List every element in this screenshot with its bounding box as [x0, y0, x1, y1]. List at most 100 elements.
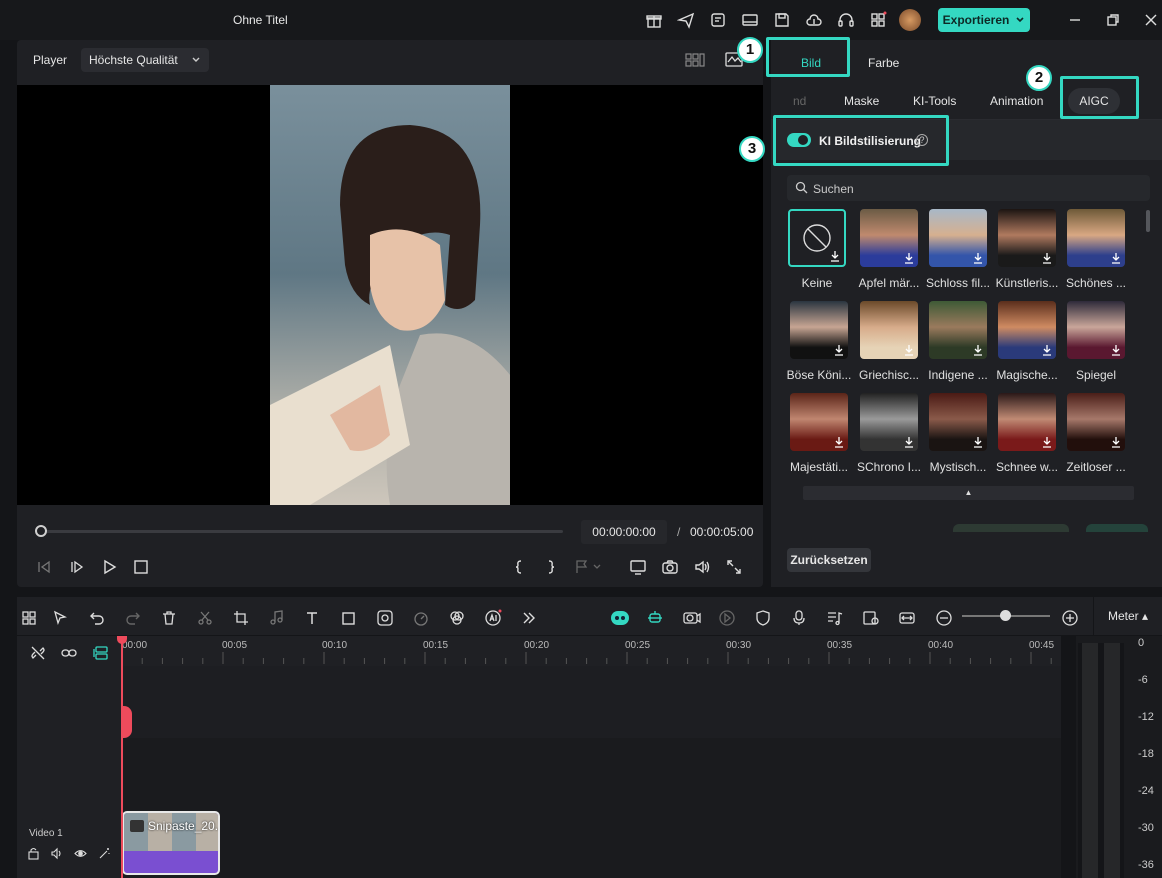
- marker-icon[interactable]: [574, 558, 601, 576]
- select-pointer-icon[interactable]: [52, 609, 70, 627]
- headset-icon[interactable]: [837, 11, 855, 29]
- restore-icon[interactable]: [1104, 11, 1122, 29]
- style-thumb[interactable]: [929, 301, 987, 359]
- grid-view-icon[interactable]: [685, 52, 705, 68]
- text-icon[interactable]: [304, 609, 322, 627]
- avatar[interactable]: [899, 9, 921, 31]
- magic-wand-icon[interactable]: [98, 847, 111, 860]
- style-thumb[interactable]: [929, 209, 987, 267]
- color-match-icon[interactable]: [376, 609, 394, 627]
- style-thumb[interactable]: [1067, 209, 1125, 267]
- layout-grid-icon[interactable]: [20, 609, 38, 627]
- shield-icon[interactable]: [754, 609, 772, 627]
- close-icon[interactable]: [1142, 11, 1160, 29]
- style-thumb[interactable]: [998, 301, 1056, 359]
- undo-icon[interactable]: [88, 609, 106, 627]
- delete-icon[interactable]: [160, 609, 178, 627]
- meter-toggle[interactable]: Meter ▴: [1094, 597, 1162, 635]
- mark-in-icon[interactable]: [510, 558, 528, 576]
- none-icon: [803, 224, 831, 252]
- style-thumb[interactable]: [790, 301, 848, 359]
- display-icon[interactable]: [629, 558, 647, 576]
- cut-icon[interactable]: [196, 609, 214, 627]
- export-button[interactable]: Exportieren: [938, 8, 1030, 32]
- auto-sync-icon[interactable]: [646, 609, 664, 627]
- music-list-icon[interactable]: [826, 609, 844, 627]
- seek-handle[interactable]: [35, 525, 47, 537]
- tab-farbe[interactable]: Farbe: [868, 56, 899, 70]
- playhead-handle[interactable]: [121, 706, 132, 738]
- ai-robot-icon[interactable]: [610, 609, 629, 627]
- template-icon[interactable]: [709, 11, 727, 29]
- tab-hintergrund[interactable]: nd: [793, 94, 806, 108]
- speed-icon[interactable]: [412, 609, 430, 627]
- style-thumb[interactable]: [1067, 393, 1125, 451]
- save-icon[interactable]: [773, 11, 791, 29]
- style-thumb[interactable]: [1067, 301, 1125, 359]
- mark-out-icon[interactable]: [542, 558, 560, 576]
- crop-icon[interactable]: [232, 609, 250, 627]
- visibility-eye-icon[interactable]: [74, 847, 87, 860]
- cloud-upload-icon[interactable]: [805, 11, 823, 29]
- lock-track-icon[interactable]: [27, 847, 40, 860]
- zoom-slider-handle[interactable]: [1000, 610, 1011, 621]
- send-icon[interactable]: [677, 11, 695, 29]
- unlink-icon[interactable]: [29, 644, 47, 662]
- timeline-ruler[interactable]: [121, 636, 1061, 666]
- playhead[interactable]: [121, 636, 123, 878]
- gift-icon[interactable]: [645, 11, 663, 29]
- snapshot-camera-icon[interactable]: [661, 558, 679, 576]
- tab-maske[interactable]: Maske: [844, 94, 879, 108]
- layout-icon[interactable]: [741, 11, 759, 29]
- tab-animation[interactable]: Animation: [990, 94, 1043, 108]
- zoom-in-icon[interactable]: [1061, 609, 1079, 627]
- clip-type-icon: [130, 820, 144, 832]
- download-icon: [831, 251, 839, 262]
- timeline-track-video[interactable]: [121, 738, 1061, 878]
- microphone-icon[interactable]: [790, 609, 808, 627]
- effects-icon[interactable]: [448, 609, 466, 627]
- meter-scale-label: -30: [1138, 822, 1154, 834]
- reset-button[interactable]: Zurücksetzen: [787, 548, 871, 572]
- scrollbar[interactable]: [1146, 210, 1150, 232]
- fit-timeline-icon[interactable]: [898, 609, 916, 627]
- previous-frame-icon[interactable]: [35, 558, 53, 576]
- search-input[interactable]: Suchen: [787, 175, 1150, 201]
- tab-ki-tools[interactable]: KI-Tools: [913, 94, 956, 108]
- style-thumb[interactable]: [790, 393, 848, 451]
- media-settings-icon[interactable]: [862, 609, 880, 627]
- fullscreen-icon[interactable]: [725, 558, 743, 576]
- mute-track-icon[interactable]: [50, 847, 63, 860]
- style-thumb[interactable]: [860, 209, 918, 267]
- track-manager-icon[interactable]: [92, 644, 110, 662]
- style-thumb[interactable]: [998, 209, 1056, 267]
- record-camera-icon[interactable]: [682, 609, 701, 627]
- apps-grid-icon[interactable]: [869, 11, 887, 29]
- shape-icon[interactable]: [340, 609, 358, 627]
- project-title: Ohne Titel: [233, 13, 288, 27]
- link-icon[interactable]: [60, 644, 78, 662]
- stop-icon[interactable]: [132, 558, 150, 576]
- play-icon[interactable]: [100, 558, 118, 576]
- more-tools-icon[interactable]: [520, 609, 538, 627]
- timeline-track-empty[interactable]: [121, 666, 1061, 738]
- video-preview[interactable]: [17, 85, 763, 505]
- collapse-button[interactable]: ▲: [803, 486, 1134, 500]
- style-thumb[interactable]: [860, 301, 918, 359]
- volume-icon[interactable]: [693, 558, 711, 576]
- zoom-out-icon[interactable]: [935, 609, 953, 627]
- redo-icon[interactable]: [124, 609, 142, 627]
- minimize-icon[interactable]: [1066, 11, 1084, 29]
- audio-icon[interactable]: [268, 609, 286, 627]
- style-thumb[interactable]: [929, 393, 987, 451]
- quality-select[interactable]: Höchste Qualität: [81, 48, 209, 72]
- style-thumb[interactable]: [860, 393, 918, 451]
- style-thumb-keine[interactable]: [788, 209, 846, 267]
- next-frame-icon[interactable]: [68, 558, 86, 576]
- seek-bar[interactable]: [41, 530, 563, 533]
- ai-tools-icon[interactable]: [484, 609, 502, 627]
- style-thumb[interactable]: [998, 393, 1056, 451]
- video-clip[interactable]: Snipaste_20...: [122, 811, 220, 875]
- ducking-icon[interactable]: [718, 609, 736, 627]
- current-timecode[interactable]: 00:00:00:00: [581, 520, 667, 544]
